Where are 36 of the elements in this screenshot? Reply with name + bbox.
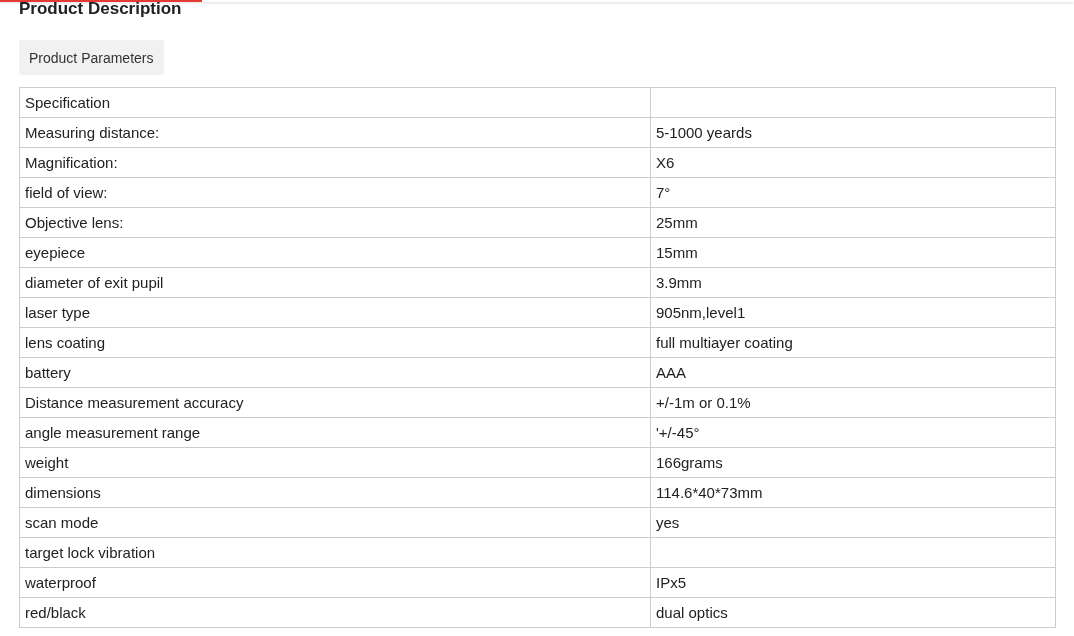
product-parameters-tab[interactable]: Product Parameters [19,40,164,75]
table-cell: Specification [19,87,651,118]
table-cell: lens coating [19,327,651,358]
table-cell: 905nm,level1 [650,297,1056,328]
table-cell: Measuring distance: [19,117,651,148]
table-cell: Distance measurement accuracy [19,387,651,418]
table-cell: 114.6*40*73mm [650,477,1056,508]
table-cell: +/-1m or 0.1% [650,387,1056,418]
table-cell: weight [19,447,651,478]
table-cell: '+/-45° [650,417,1056,448]
table-cell: yes [650,507,1056,538]
table-cell: 5-1000 yeards [650,117,1056,148]
table-cell: red/black [19,597,651,628]
table-cell: full multiayer coating [650,327,1056,358]
table-cell: 166grams [650,447,1056,478]
table-cell: dimensions [19,477,651,508]
table-cell: diameter of exit pupil [19,267,651,298]
table-cell: 15mm [650,237,1056,268]
table-cell: eyepiece [19,237,651,268]
table-cell: Objective lens: [19,207,651,238]
table-cell: waterproof [19,567,651,598]
table-cell: dual optics [650,597,1056,628]
table-cell: 25mm [650,207,1056,238]
table-cell: laser type [19,297,651,328]
table-cell: Magnification: [19,147,651,178]
table-cell: battery [19,357,651,388]
section-heading: Product Description [19,2,183,16]
table-cell: X6 [650,147,1056,178]
table-cell: AAA [650,357,1056,388]
table-cell: scan mode [19,507,651,538]
table-cell: target lock vibration [19,537,651,568]
table-cell: 7° [650,177,1056,208]
table-cell: field of view: [19,177,651,208]
table-cell: angle measurement range [19,417,651,448]
table-cell: 3.9mm [650,267,1056,298]
table-cell: IPx5 [650,567,1056,598]
